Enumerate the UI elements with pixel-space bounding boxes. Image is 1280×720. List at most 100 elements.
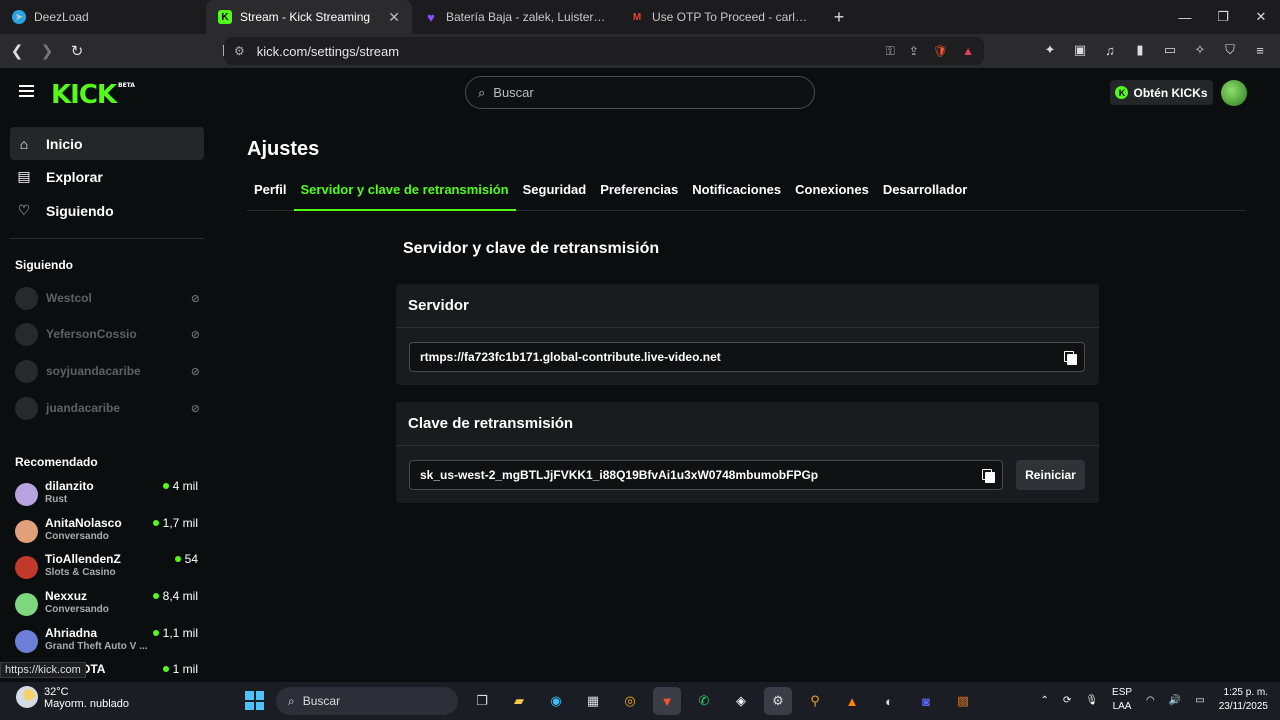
reader-icon[interactable]: ▣ [1070, 39, 1090, 61]
volume-icon[interactable]: 🔊 [1169, 695, 1181, 706]
discord-icon[interactable]: ◙ [912, 687, 940, 715]
forward-icon[interactable]: ❯ [34, 38, 60, 64]
chrome-icon[interactable]: ◎ [616, 687, 644, 715]
taskbar-search-input[interactable]: ⌕ Buscar [276, 687, 458, 715]
share-icon[interactable]: ⇪ [909, 44, 919, 58]
taskbar-apps: ❐ ▰ ◉ ▦ ◎ ▼ ✆ ◈ ⚙ ⚲ ▲ ◐ ◙ ▩ [468, 687, 977, 715]
following-channel[interactable]: YefersonCossio ⊘ [15, 322, 200, 346]
wifi-icon[interactable]: ◠ [1146, 695, 1155, 706]
vlc-icon[interactable]: ▲ [838, 687, 866, 715]
tab-seguridad[interactable]: Seguridad [516, 178, 594, 211]
following-channel[interactable]: Westcol ⊘ [15, 286, 200, 310]
get-kicks-button[interactable]: K Obtén KICKs [1110, 80, 1213, 105]
windows-start-icon[interactable] [245, 691, 264, 710]
stream-key-field[interactable]: sk_us-west-2_mgBTLJjFVKK1_i88Q19BfvAi1u3… [409, 460, 1003, 490]
browser-tab-gmail[interactable]: M Use OTP To Proceed - carlos1018426 [618, 0, 824, 34]
copy-icon[interactable] [1064, 351, 1077, 365]
sync-icon[interactable]: ⟳ [1063, 695, 1071, 706]
channel-name: Ahriadna [45, 626, 98, 640]
copy-icon[interactable] [982, 469, 995, 483]
chevron-up-icon[interactable]: ⌃ [1041, 695, 1049, 706]
task-view-icon[interactable]: ❐ [468, 687, 496, 715]
reload-icon[interactable]: ↻ [64, 38, 90, 64]
viewer-count-value: 1,7 mil [162, 516, 198, 530]
brave-shield-icon[interactable]: 🛡 [933, 44, 948, 58]
gmail-icon: M [632, 11, 642, 23]
browser-tab-deezload[interactable]: ➤ DeezLoad [0, 0, 206, 34]
tab-servidor-clave[interactable]: Servidor y clave de retransmisión [293, 178, 516, 211]
viewer-count: 1,1 mil [152, 626, 198, 640]
channel-name: YefersonCossio [46, 327, 137, 341]
key-icon[interactable]: ⚿ [886, 44, 895, 59]
game-icon[interactable]: ▩ [949, 687, 977, 715]
clock[interactable]: 1:25 p. m. 23/11/2025 [1219, 686, 1268, 714]
recommended-channel[interactable]: Ahriadna Grand Theft Auto V ... 1,1 mil [15, 626, 200, 658]
hamburger-menu-icon[interactable] [19, 85, 34, 97]
recommended-channel[interactable]: dilanzito Rust 4 mil [15, 479, 200, 511]
settings-icon[interactable]: ⚙ [764, 687, 792, 715]
close-icon[interactable]: ✕ [388, 9, 400, 26]
sidebar-item-label: Siguiendo [46, 202, 114, 219]
music-icon[interactable]: ♫ [1100, 39, 1120, 61]
address-bar[interactable]: ⚙ kick.com/settings/stream ⚿ ⇪ 🛡 ▲ [224, 37, 984, 65]
channel-name: Nexxuz [45, 589, 88, 603]
whatsapp-icon[interactable]: ✆ [690, 687, 718, 715]
viewer-count-value: 54 [184, 552, 198, 566]
live-dot-icon [152, 593, 159, 599]
live-dot-icon [152, 520, 159, 526]
user-avatar[interactable] [1221, 80, 1247, 106]
recommended-channel[interactable]: AnitaNolasco Conversando 1,7 mil [15, 516, 200, 548]
channel-category: Conversando [45, 531, 109, 542]
restore-icon[interactable]: ❐ [1204, 0, 1242, 34]
following-channel[interactable]: soyjuandacaribe ⊘ [15, 359, 200, 383]
server-url-field[interactable]: rtmps://fa723fc1b171.global-contribute.l… [409, 342, 1085, 372]
back-icon[interactable]: ❮ [4, 38, 30, 64]
search-input[interactable]: ⌕ Buscar [465, 76, 815, 109]
tab-title: Stream - Kick Streaming [240, 10, 371, 24]
language-indicator[interactable]: ESP LAA [1112, 686, 1132, 714]
vpn-icon[interactable]: ⛉ [1220, 39, 1240, 61]
sidebar-icon[interactable]: ▮ [1130, 39, 1150, 61]
tab-notificaciones[interactable]: Notificaciones [685, 178, 788, 211]
weather-temp: 32°C [44, 686, 69, 698]
tab-preferencias[interactable]: Preferencias [593, 178, 685, 211]
file-explorer-icon[interactable]: ▰ [505, 687, 533, 715]
brave-rewards-icon[interactable]: ▲ [962, 44, 974, 58]
minimize-icon[interactable]: — [1166, 0, 1204, 34]
site-settings-icon[interactable]: ⚙ [234, 44, 245, 58]
mic-icon[interactable]: 🎙 [1085, 695, 1098, 706]
following-channel[interactable]: juandacaribe ⊘ [15, 396, 200, 420]
weather-widget[interactable]: 32°C Mayorm. nublado [16, 686, 129, 710]
home-icon: ⌂ [19, 135, 29, 152]
leo-icon[interactable]: ✧ [1190, 39, 1210, 61]
wallet-icon[interactable]: ▭ [1160, 39, 1180, 61]
browser-tab-kick[interactable]: K Stream - Kick Streaming ✕ [206, 0, 412, 34]
browser-tab-music[interactable]: ♥ Batería Baja - zalek, Luister La Voz -… [412, 0, 618, 34]
recommended-channel[interactable]: TioAllendenZ Slots & Casino 54 [15, 552, 200, 584]
reset-key-button[interactable]: Reiniciar [1016, 460, 1085, 490]
tab-perfil[interactable]: Perfil [247, 178, 294, 211]
tab-desarrollador[interactable]: Desarrollador [876, 178, 975, 211]
recommended-channel[interactable]: Nexxuz Conversando 8,4 mil [15, 589, 200, 621]
new-tab-button[interactable]: + [824, 7, 854, 28]
extensions-icon[interactable]: ✦ [1040, 39, 1060, 61]
menu-icon[interactable]: ≡ [1250, 39, 1270, 61]
store-icon[interactable]: ▦ [579, 687, 607, 715]
search-app-icon[interactable]: ⚲ [801, 687, 829, 715]
avatar [15, 286, 38, 310]
get-kicks-label: Obtén KICKs [1133, 85, 1208, 100]
channel-category: Rust [45, 494, 68, 505]
kick-logo[interactable]: KICK BETA [51, 80, 135, 110]
sidebar-item-siguiendo[interactable]: ♡ Siguiendo [10, 194, 204, 227]
sidebar-item-inicio[interactable]: ⌂ Inicio [10, 127, 204, 160]
brave-icon[interactable]: ▼ [653, 687, 681, 715]
close-window-icon[interactable]: ✕ [1242, 0, 1280, 34]
channel-name: TioAllendenZ [45, 552, 121, 566]
obs-icon[interactable]: ◐ [875, 687, 903, 715]
viewer-count-value: 1 mil [172, 662, 198, 676]
sidebar-item-explorar[interactable]: ▤ Explorar [10, 160, 204, 193]
battery-icon[interactable]: ▭ [1195, 695, 1204, 706]
tab-conexiones[interactable]: Conexiones [788, 178, 876, 211]
edge-icon[interactable]: ◉ [542, 687, 570, 715]
app-icon[interactable]: ◈ [727, 687, 755, 715]
